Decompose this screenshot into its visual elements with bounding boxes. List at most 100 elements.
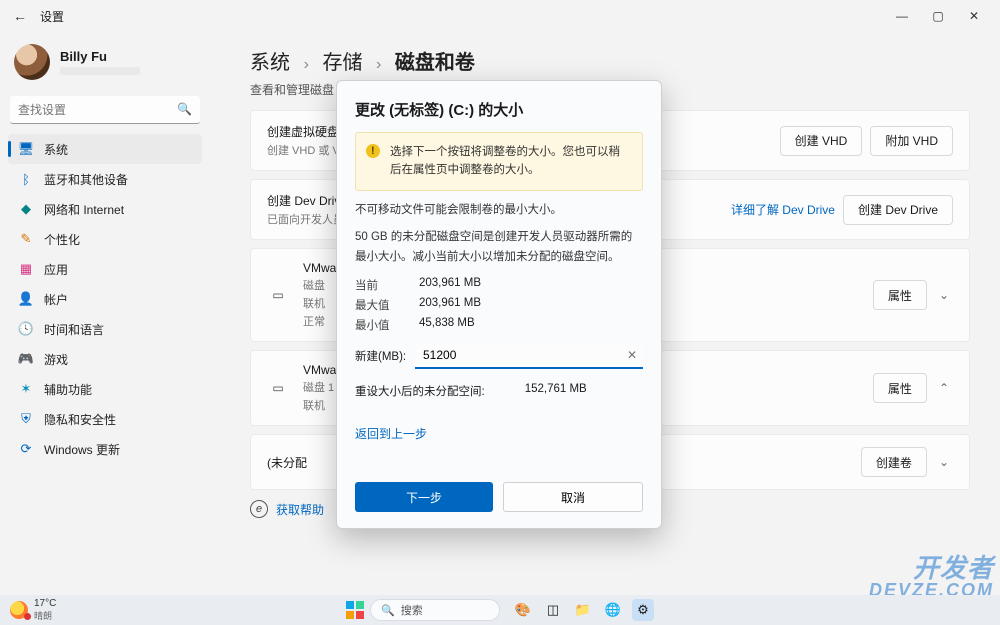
after-resize-row: 重设大小后的未分配空间: 152,761 MB	[355, 383, 643, 399]
sidebar-item-10[interactable]: ⟳ Windows 更新	[8, 434, 202, 464]
max-value: 203,961 MB	[419, 297, 643, 313]
attach-vhd-button[interactable]: 附加 VHD	[870, 126, 953, 156]
taskbar-app-taskview[interactable]: ◫	[542, 599, 564, 621]
nav-icon: 👤	[18, 291, 34, 307]
sidebar-item-1[interactable]: ᛒ 蓝牙和其他设备	[8, 164, 202, 194]
taskbar-app-copilot[interactable]: 🎨	[512, 599, 534, 621]
chevron-right-icon: ›	[376, 56, 381, 73]
nav-icon: ᛒ	[18, 171, 34, 187]
nav-icon: 🖥	[18, 141, 34, 157]
chevron-up-icon[interactable]: ⌃	[935, 381, 953, 395]
nav-label: 隐私和安全性	[44, 411, 116, 428]
profile-name: Billy Fu	[60, 49, 140, 64]
nav-label: 帐户	[44, 291, 68, 308]
cancel-button[interactable]: 取消	[503, 482, 643, 512]
dev-drive-link[interactable]: 详细了解 Dev Drive	[731, 201, 835, 218]
maximize-button[interactable]: ▢	[920, 2, 956, 30]
nav-icon: ▦	[18, 261, 34, 277]
taskbar-app-settings[interactable]: ⚙	[632, 599, 654, 621]
min-label: 最小值	[355, 317, 405, 333]
taskbar-center: 🔍 搜索 🎨 ◫ 📁 🌐 ⚙	[346, 599, 654, 621]
search-icon: 🔍	[381, 604, 395, 617]
nav-icon: 🕓	[18, 321, 34, 337]
after-value: 152,761 MB	[525, 383, 587, 399]
sidebar-item-2[interactable]: ◆ 网络和 Internet	[8, 194, 202, 224]
sidebar-item-7[interactable]: 🎮 游戏	[8, 344, 202, 374]
nav-icon: ✶	[18, 381, 34, 397]
next-button[interactable]: 下一步	[355, 482, 493, 512]
disk-sub1: 磁盘 1	[303, 382, 334, 394]
sidebar-item-9[interactable]: ⛨隐私和安全性	[8, 404, 202, 434]
close-button[interactable]: ✕	[956, 2, 992, 30]
nav-icon: ◆	[18, 201, 34, 217]
breadcrumb-1[interactable]: 系统	[250, 52, 290, 74]
note-2: 50 GB 的未分配磁盘空间是创建开发人员驱动器所需的最小大小。减小当前大小以增…	[355, 228, 643, 267]
disk-sub3: 正常	[303, 316, 325, 328]
resize-dialog: 更改 (无标签) (C:) 的大小 选择下一个按钮将调整卷的大小。您也可以稍后在…	[336, 80, 662, 529]
properties-button[interactable]: 属性	[873, 280, 927, 310]
properties-button[interactable]: 属性	[873, 373, 927, 403]
sidebar-item-8[interactable]: ✶ 辅助功能	[8, 374, 202, 404]
nav-icon: ⟳	[18, 441, 34, 457]
watermark: 开发者 DEVZE.COM	[869, 555, 994, 599]
sidebar-item-5[interactable]: 👤 帐户	[8, 284, 202, 314]
nav-label: 系统	[44, 141, 68, 158]
create-vhd-button[interactable]: 创建 VHD	[780, 126, 863, 156]
create-dev-drive-button[interactable]: 创建 Dev Drive	[843, 195, 953, 225]
sidebar-item-4[interactable]: ▦ 应用	[8, 254, 202, 284]
nav-label: 网络和 Internet	[44, 201, 124, 218]
taskbar-search-label: 搜索	[401, 602, 423, 618]
nav-label: 辅助功能	[44, 381, 92, 398]
new-size-row: 新建(MB): ✕	[355, 343, 643, 369]
sidebar-item-0[interactable]: 🖥 系统	[8, 134, 202, 164]
chevron-down-icon[interactable]: ⌄	[935, 288, 953, 302]
create-volume-button[interactable]: 创建卷	[861, 447, 927, 477]
chevron-right-icon: ›	[304, 56, 309, 73]
sidebar-item-6[interactable]: 🕓时间和语言	[8, 314, 202, 344]
disk-sub2: 联机	[303, 400, 325, 412]
chevron-down-icon[interactable]: ⌄	[935, 455, 953, 469]
breadcrumb-2[interactable]: 存储	[322, 52, 362, 74]
disk-sub1: 磁盘	[303, 280, 325, 292]
weather-temp: 17°C	[34, 598, 56, 609]
sidebar: Billy Fu 🔍 🖥 系统 ᛒ 蓝牙和其他设备 ◆ 网络和 Internet ✎ 个性化 ▦…	[0, 32, 210, 595]
breadcrumb: 系统 › 存储 › 磁盘和卷	[250, 46, 970, 75]
nav-label: 个性化	[44, 231, 80, 248]
profile-email	[60, 67, 140, 75]
sidebar-item-3[interactable]: ✎ 个性化	[8, 224, 202, 254]
back-link[interactable]: 返回到上一步	[355, 425, 427, 442]
nav-list: 🖥 系统 ᛒ 蓝牙和其他设备 ◆ 网络和 Internet ✎ 个性化 ▦ 应用 👤 帐户 🕓时间和语言…	[8, 134, 202, 464]
weather-icon	[10, 601, 28, 619]
window-title: 设置	[40, 8, 64, 25]
nav-label: 蓝牙和其他设备	[44, 171, 128, 188]
info-banner: 选择下一个按钮将调整卷的大小。您也可以稍后在属性页中调整卷的大小。	[355, 132, 643, 191]
dialog-title: 更改 (无标签) (C:) 的大小	[355, 99, 643, 120]
search-box[interactable]: 🔍	[10, 96, 200, 124]
nav-label: 游戏	[44, 351, 68, 368]
profile[interactable]: Billy Fu	[8, 38, 202, 90]
start-button[interactable]	[346, 601, 364, 619]
search-input[interactable]	[10, 96, 200, 124]
weather-widget[interactable]: 17°C 晴朗	[10, 598, 56, 622]
taskbar-app-edge[interactable]: 🌐	[602, 599, 624, 621]
size-table: 当前 203,961 MB 最大值 203,961 MB 最小值 45,838 …	[355, 277, 643, 333]
nav-icon: ✎	[18, 231, 34, 247]
new-size-label: 新建(MB):	[355, 348, 407, 364]
minimize-button[interactable]: —	[884, 2, 920, 30]
titlebar: ← 设置 — ▢ ✕	[0, 0, 1000, 32]
after-label: 重设大小后的未分配空间:	[355, 383, 485, 399]
nav-icon: 🎮	[18, 351, 34, 367]
nav-label: 应用	[44, 261, 68, 278]
taskbar: 17°C 晴朗 🔍 搜索 🎨 ◫ 📁 🌐 ⚙	[0, 595, 1000, 625]
current-label: 当前	[355, 277, 405, 293]
new-size-input[interactable]	[415, 343, 643, 369]
disk-icon: ▭	[267, 288, 289, 302]
disk-icon: ▭	[267, 381, 289, 395]
taskbar-app-explorer[interactable]: 📁	[572, 599, 594, 621]
taskbar-search[interactable]: 🔍 搜索	[370, 599, 500, 621]
help-icon: e	[250, 500, 268, 518]
back-button[interactable]: ←	[8, 8, 32, 24]
clear-icon[interactable]: ✕	[627, 348, 637, 362]
nav-label: Windows 更新	[44, 441, 120, 458]
note-1: 不可移动文件可能会限制卷的最小大小。	[355, 201, 643, 221]
